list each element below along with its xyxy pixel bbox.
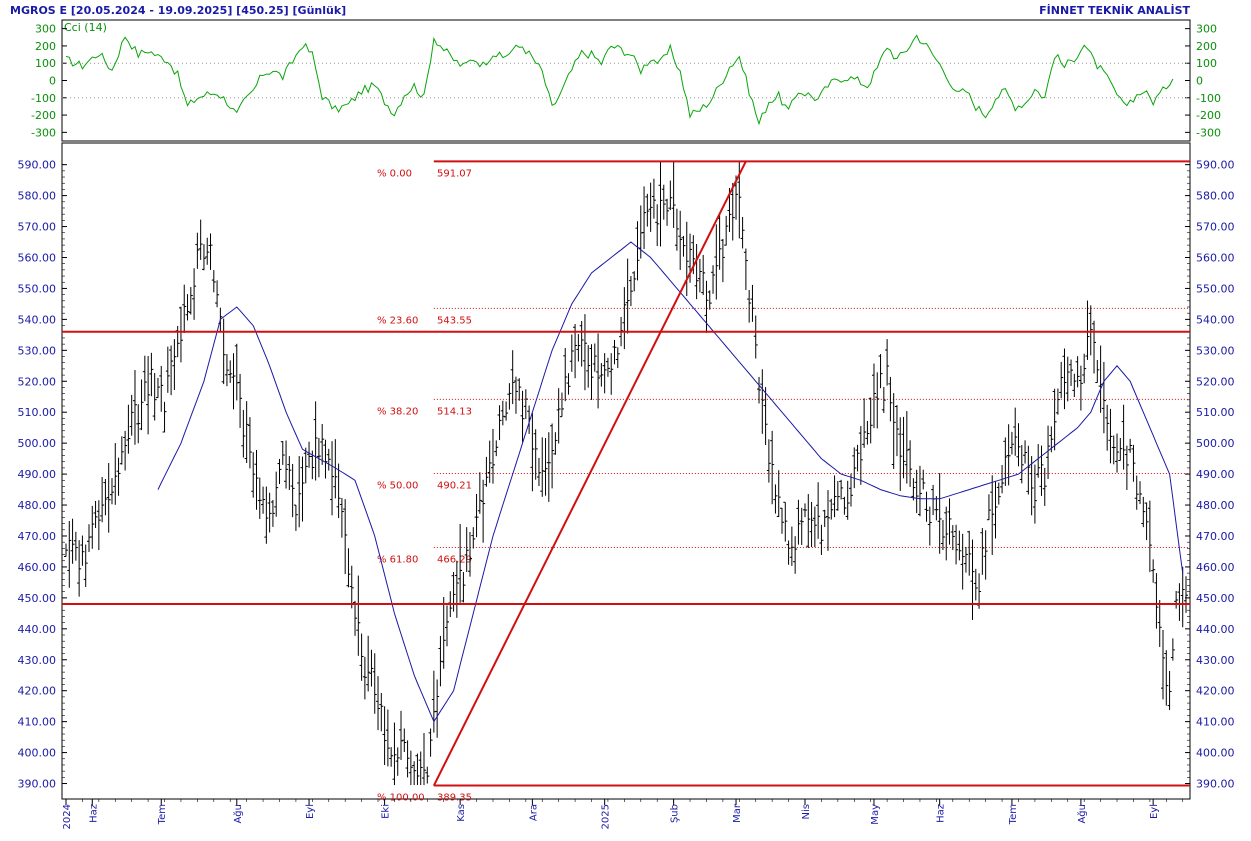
x-tick-label: Eki	[381, 804, 392, 819]
price-left-tick-label: 510.00	[18, 406, 57, 419]
brand-label: FİNNET TEKNİK ANALİST	[1039, 3, 1190, 17]
fibonacci-level-value: 514.13	[437, 406, 472, 417]
cci-right-tick-label: -100	[1196, 92, 1221, 105]
price-right-tick-label: 500.00	[1196, 437, 1235, 450]
cci-left-tick-label: 300	[35, 23, 56, 36]
price-right-tick-label: 480.00	[1196, 499, 1235, 512]
x-tick-label: Ara	[528, 804, 539, 821]
x-tick-label: May	[870, 804, 881, 825]
price-left-tick-label: 460.00	[18, 561, 57, 574]
price-left-tick-label: 520.00	[18, 375, 57, 388]
price-right-tick-label: 520.00	[1196, 375, 1235, 388]
price-left-tick-label: 440.00	[18, 623, 57, 636]
price-left-tick-label: 560.00	[18, 251, 57, 264]
fibonacci-level-value: 389.35	[437, 793, 472, 804]
x-tick-label: Tem	[157, 804, 168, 825]
x-tick-label: Şub	[670, 804, 681, 823]
price-left-tick-label: 410.00	[18, 716, 57, 729]
cci-left-tick-label: 0	[49, 75, 56, 88]
chart-root: MGROS E [20.05.2024 - 19.09.2025] [450.2…	[0, 0, 1251, 841]
chart-svg: MGROS E [20.05.2024 - 19.09.2025] [450.2…	[0, 0, 1251, 841]
fibonacci-level-percent: % 50.00	[377, 480, 418, 491]
price-right-tick-label: 510.00	[1196, 406, 1235, 419]
price-right-tick-label: 420.00	[1196, 685, 1235, 698]
x-tick-label: Nis	[801, 804, 812, 819]
fibonacci-level-value: 490.21	[437, 480, 472, 491]
price-right-tick-label: 460.00	[1196, 561, 1235, 574]
price-left-tick-label: 400.00	[18, 747, 57, 760]
price-left-tick-label: 480.00	[18, 499, 57, 512]
cci-left-tick-label: 200	[35, 40, 56, 53]
price-right-tick-label: 450.00	[1196, 592, 1235, 605]
background	[0, 0, 1251, 841]
price-right-tick-label: 430.00	[1196, 654, 1235, 667]
x-tick-label: Eyl	[1149, 804, 1160, 819]
x-tick-label: Eyl	[305, 804, 316, 819]
cci-left-tick-label: -200	[31, 109, 56, 122]
chart-title: MGROS E [20.05.2024 - 19.09.2025] [450.2…	[10, 4, 346, 17]
price-right-tick-label: 560.00	[1196, 251, 1235, 264]
price-left-tick-label: 540.00	[18, 313, 57, 326]
cci-right-tick-label: 0	[1196, 75, 1203, 88]
cci-right-tick-label: 100	[1196, 57, 1217, 70]
price-left-tick-label: 550.00	[18, 282, 57, 295]
cci-right-tick-label: 300	[1196, 23, 1217, 36]
price-right-tick-label: 390.00	[1196, 778, 1235, 791]
price-right-tick-label: 490.00	[1196, 468, 1235, 481]
price-left-tick-label: 570.00	[18, 221, 57, 234]
fibonacci-level-percent: % 0.00	[377, 168, 412, 179]
cci-left-tick-label: 100	[35, 57, 56, 70]
fibonacci-level-percent: % 23.60	[377, 315, 418, 326]
x-tick-label: Ağu	[232, 804, 244, 824]
price-left-tick-label: 470.00	[18, 530, 57, 543]
cci-right-tick-label: -300	[1196, 126, 1221, 139]
price-right-tick-label: 530.00	[1196, 344, 1235, 357]
price-right-tick-label: 470.00	[1196, 530, 1235, 543]
x-tick-label: 2025	[601, 804, 612, 829]
price-left-tick-label: 430.00	[18, 654, 57, 667]
price-left-tick-label: 530.00	[18, 344, 57, 357]
price-right-tick-label: 400.00	[1196, 747, 1235, 760]
fibonacci-level-value: 591.07	[437, 168, 472, 179]
cci-left-tick-label: -100	[31, 92, 56, 105]
price-left-tick-label: 580.00	[18, 190, 57, 203]
x-tick-label: Haz	[88, 804, 99, 823]
fibonacci-level-value: 543.55	[437, 315, 472, 326]
price-left-tick-label: 590.00	[18, 159, 57, 172]
price-left-tick-label: 390.00	[18, 778, 57, 791]
x-tick-label: Haz	[936, 804, 947, 823]
price-left-tick-label: 420.00	[18, 685, 57, 698]
cci-right-tick-label: 200	[1196, 40, 1217, 53]
fibonacci-level-percent: % 38.20	[377, 406, 418, 417]
x-tick-label: Mar	[732, 803, 743, 823]
cci-right-tick-label: -200	[1196, 109, 1221, 122]
price-right-tick-label: 550.00	[1196, 282, 1235, 295]
price-right-tick-label: 440.00	[1196, 623, 1235, 636]
price-right-tick-label: 540.00	[1196, 313, 1235, 326]
fibonacci-level-percent: % 61.80	[377, 554, 418, 565]
cci-legend: Cci (14)	[64, 21, 107, 34]
price-right-tick-label: 570.00	[1196, 221, 1235, 234]
price-left-tick-label: 500.00	[18, 437, 57, 450]
cci-left-tick-label: -300	[31, 126, 56, 139]
x-tick-label: Ağu	[1076, 804, 1088, 824]
price-left-tick-label: 450.00	[18, 592, 57, 605]
price-right-tick-label: 580.00	[1196, 190, 1235, 203]
price-right-tick-label: 410.00	[1196, 716, 1235, 729]
x-tick-label: Kas	[456, 804, 467, 822]
x-tick-label: Tem	[1008, 804, 1019, 825]
price-left-tick-label: 490.00	[18, 468, 57, 481]
x-tick-label: 2024	[62, 804, 73, 829]
price-right-tick-label: 590.00	[1196, 159, 1235, 172]
